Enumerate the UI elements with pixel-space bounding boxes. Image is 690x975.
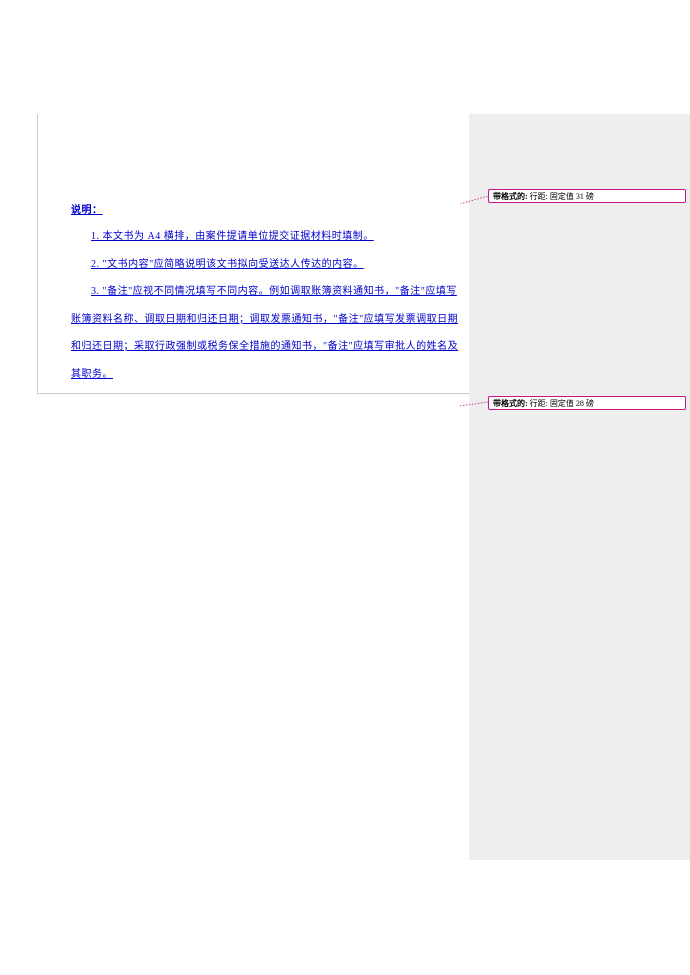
doc-para-1: 1. 本文书为 A4 横排，由案件提请单位提交证据材料时填制。 (71, 223, 463, 251)
callout-text: 行距: 固定值 28 磅 (528, 399, 594, 408)
callout-text: 行距: 固定值 31 磅 (528, 192, 594, 201)
revisions-panel (469, 114, 690, 860)
doc-heading: 说明： (71, 198, 463, 223)
format-callout[interactable]: 带格式的: 行距: 固定值 28 磅 (488, 396, 686, 410)
callout-label: 带格式的: (493, 399, 528, 408)
document-page: 说明： 1. 本文书为 A4 横排，由案件提请单位提交证据材料时填制。 2. "… (37, 114, 469, 394)
callout-connector (460, 400, 488, 408)
doc-para-3: 3. "备注"应视不同情况填写不同内容。例如调取账簿资料通知书，"备注"应填写账… (71, 278, 463, 388)
callout-label: 带格式的: (493, 192, 528, 201)
format-callout[interactable]: 带格式的: 行距: 固定值 31 磅 (488, 189, 686, 203)
callout-connector (460, 196, 488, 204)
doc-para-2: 2. "文书内容"应简略说明该文书拟向受送达人传达的内容。 (71, 251, 463, 279)
